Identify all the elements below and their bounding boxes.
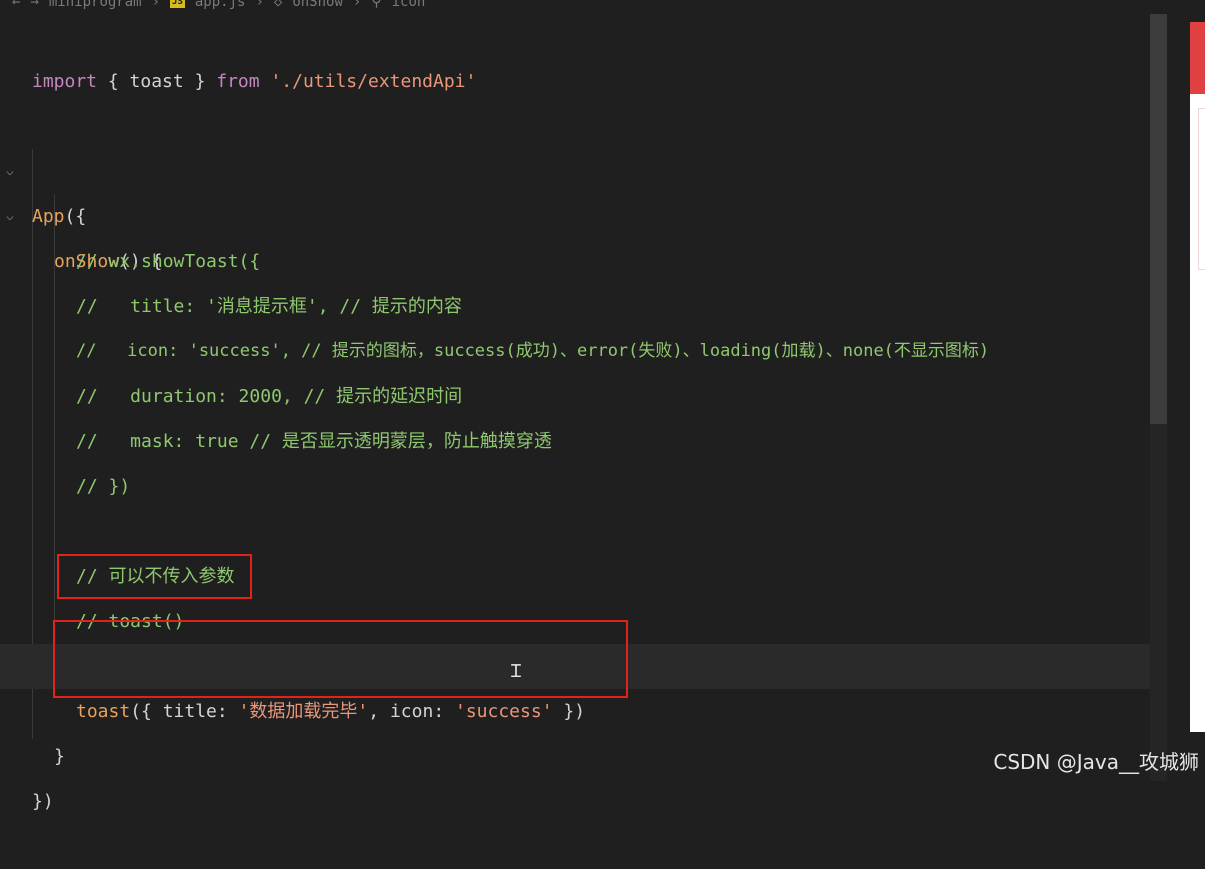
simulator-card [1198, 108, 1205, 270]
code-editor[interactable]: import { toast } from './utils/extendApi… [0, 14, 1167, 812]
string-literal: './utils/extendApi' [270, 71, 477, 92]
code-line[interactable]: ⌵ App({ [0, 104, 1167, 227]
wrench-icon: ⚲ [371, 0, 382, 10]
breadcrumb-folder[interactable]: miniprogram [49, 0, 142, 10]
code-line[interactable]: // mask: true // 是否显示透明蒙层，防止触摸穿透 [0, 374, 1167, 452]
code-line[interactable]: // 可以不传入参数 [0, 509, 1167, 587]
code-line[interactable]: // title: '消息提示框', // 提示的内容 [0, 239, 1167, 317]
breadcrumb-file[interactable]: app.js [195, 0, 246, 10]
back-arrow-icon[interactable]: ← [12, 0, 20, 10]
cube-icon: ◇ [273, 0, 283, 10]
code-line[interactable]: // }) [0, 419, 1167, 497]
breadcrumb-method[interactable]: onShow [292, 0, 343, 10]
closing-brace: }) [32, 791, 54, 812]
chevron-right-icon: › [352, 0, 362, 10]
highlight-box-toast-call [53, 620, 628, 698]
watermark: CSDN @Java__攻城狮 [993, 750, 1199, 774]
code-line[interactable]: ⌵ onShow() { [0, 149, 1167, 272]
simulator-header [1190, 22, 1205, 94]
import-names: { toast } [97, 71, 217, 92]
keyword: from [216, 71, 260, 92]
comment: // }) [76, 476, 131, 497]
code-line[interactable]: }) [0, 734, 1167, 812]
scrollbar-thumb[interactable] [1150, 14, 1167, 424]
breadcrumb-symbol[interactable]: icon [392, 0, 426, 10]
chevron-right-icon: › [151, 0, 161, 10]
highlight-box-comment [57, 554, 252, 599]
code-line[interactable]: // icon: 'success', // 提示的图标，success(成功)… [0, 284, 1167, 361]
code-line[interactable]: // duration: 2000, // 提示的延迟时间 [0, 329, 1167, 407]
keyword: import [32, 71, 98, 92]
code-line[interactable]: import { toast } from './utils/extendApi… [0, 14, 1167, 92]
chevron-right-icon: › [255, 0, 264, 10]
breadcrumb: ← → miniprogram › JS app.js › ◇ onShow ›… [0, 0, 572, 10]
js-file-icon: JS [170, 0, 185, 8]
forward-arrow-icon[interactable]: → [30, 0, 38, 10]
text-cursor-icon: Ɪ [511, 661, 522, 682]
code-line[interactable]: // wx.showToast({ [0, 194, 1167, 272]
